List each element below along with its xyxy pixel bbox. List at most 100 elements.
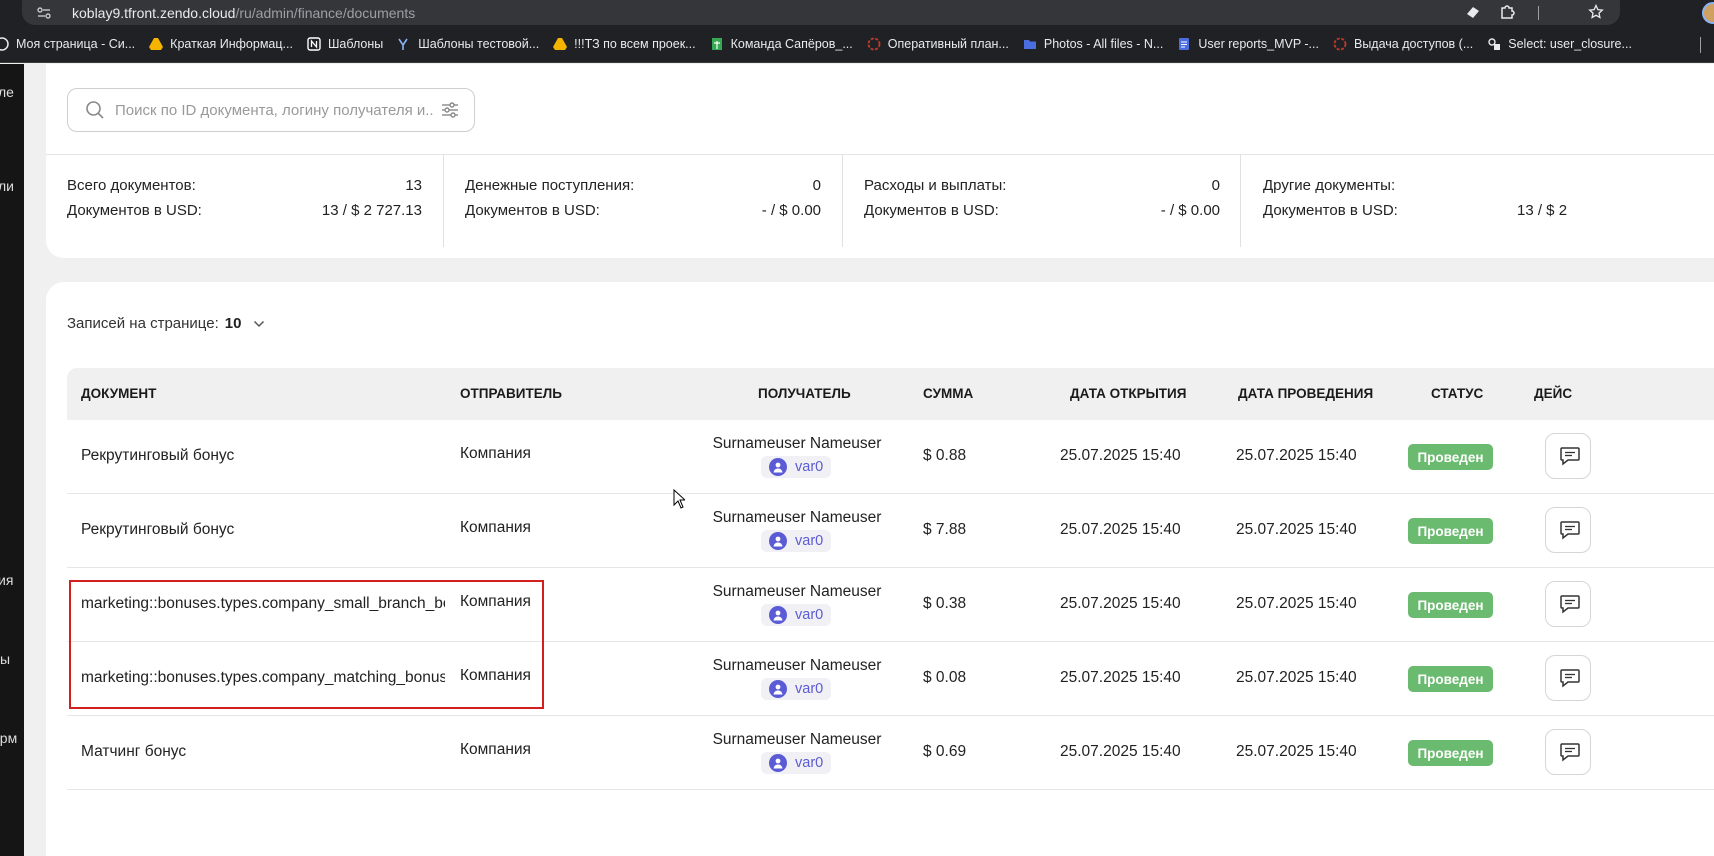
conducted-date: 25.07.2025 15:40 xyxy=(1236,669,1357,686)
bookmark-item[interactable]: Шаблоны тестовой... xyxy=(397,37,539,51)
document-name[interactable]: Рекрутинговый бонус xyxy=(81,521,445,539)
yandex-icon xyxy=(397,37,418,51)
comment-button[interactable] xyxy=(1545,507,1591,553)
bookmark-item[interactable]: User reports_MVP -... xyxy=(1177,37,1319,51)
table-header: ДОКУМЕНТ ОТПРАВИТЕЛЬ ПОЛУЧАТЕЛЬ СУММА ДА… xyxy=(67,368,1714,420)
bookmark-item[interactable]: Select: user_closure... xyxy=(1487,37,1632,51)
comment-icon xyxy=(1559,668,1581,688)
stat-label: Документов в USD: xyxy=(67,202,202,219)
rows-per-page: Записей на странице: 10 xyxy=(67,315,265,332)
bookmark-item[interactable]: Выдача доступов (... xyxy=(1333,37,1473,51)
extensions-puzzle-icon[interactable] xyxy=(1499,4,1515,25)
rows-per-page-select[interactable]: 10 xyxy=(225,315,242,332)
bookmark-item[interactable]: Шаблоны xyxy=(307,37,383,51)
opened-date: 25.07.2025 15:40 xyxy=(1060,669,1181,686)
address-bar[interactable]: koblay9.tfront.zendo.cloud/ru/admin/fina… xyxy=(22,0,1620,25)
comment-button[interactable] xyxy=(1545,729,1591,775)
conducted-date: 25.07.2025 15:40 xyxy=(1236,521,1357,538)
recipient-login-tag[interactable]: var0 xyxy=(761,456,832,478)
recipient-login: var0 xyxy=(795,607,824,623)
bookmark-label: Выдача доступов (... xyxy=(1353,37,1474,51)
url-text[interactable]: koblay9.tfront.zendo.cloud/ru/admin/fina… xyxy=(72,5,415,21)
table-row[interactable]: Рекрутинговый бонус Компания Surnameuser… xyxy=(67,420,1714,494)
column-header-opened[interactable]: ДАТА ОТКРЫТИЯ xyxy=(1070,386,1186,401)
status-badge: Проведен xyxy=(1408,444,1493,470)
bookmark-item[interactable]: Оперативный план... xyxy=(867,37,1009,51)
user-avatar-icon xyxy=(769,532,787,550)
search-input[interactable] xyxy=(115,101,435,119)
stat-label: Всего документов: xyxy=(67,177,196,194)
bookmark-label: Шаблоны xyxy=(327,37,384,51)
column-header-sender[interactable]: ОТПРАВИТЕЛЬ xyxy=(460,386,562,401)
table-row[interactable]: Матчинг бонус Компания Surnameuser Nameu… xyxy=(67,716,1714,790)
bookmark-label: User reports_MVP -... xyxy=(1198,37,1319,51)
extension-icon[interactable] xyxy=(1465,4,1481,25)
profile-avatar[interactable] xyxy=(1702,2,1714,24)
bookmark-item[interactable]: !!!ТЗ по всем проек... xyxy=(553,37,696,51)
sidebar-item-label[interactable]: ле xyxy=(0,84,14,100)
stat-label: Расходы и выплаты: xyxy=(864,177,1007,194)
table-row[interactable]: Рекрутинговый бонус Компания Surnameuser… xyxy=(67,494,1714,568)
stat-expenses: Расходы и выплаты: 0 Документов в USD: -… xyxy=(843,155,1242,259)
comment-icon xyxy=(1559,742,1581,762)
bookmark-star-icon[interactable] xyxy=(1588,3,1604,25)
search-field[interactable] xyxy=(67,88,475,132)
comment-button[interactable] xyxy=(1545,581,1591,627)
sidebar-item-label[interactable]: ы xyxy=(0,651,10,667)
stat-value: 13 / $ 2 727.13 xyxy=(321,202,422,219)
recipient-name: Surnameuser Nameuser xyxy=(712,583,882,600)
recipient-name: Surnameuser Nameuser xyxy=(712,731,882,748)
comment-button[interactable] xyxy=(1545,655,1591,701)
status-badge: Проведен xyxy=(1408,518,1493,544)
sender-name: Компания xyxy=(460,741,531,758)
comment-icon xyxy=(1559,520,1581,540)
document-stats: Всего документов: 13 Документов в USD: 1… xyxy=(46,154,1714,258)
chevron-down-icon[interactable] xyxy=(253,320,265,328)
status-badge: Проведен xyxy=(1408,592,1493,618)
bookmark-item[interactable]: Photos - All files - N... xyxy=(1023,37,1163,51)
comment-button[interactable] xyxy=(1545,433,1591,479)
stat-income: Денежные поступления: 0 Документов в USD… xyxy=(444,155,843,259)
sender-name: Компания xyxy=(460,445,531,462)
url-path: /ru/admin/finance/documents xyxy=(235,4,416,21)
amount: $ 0.38 xyxy=(923,595,967,612)
circle-icon xyxy=(1333,37,1354,51)
sidebar-item-label[interactable]: ли xyxy=(0,178,14,194)
column-header-conducted[interactable]: ДАТА ПРОВЕДЕНИЯ xyxy=(1238,386,1373,401)
document-name[interactable]: Матчинг бонус xyxy=(81,743,445,761)
bookmarks-bar: Моя страница - Си... Краткая Информац... Ш… xyxy=(0,26,1714,63)
status-badge: Проведен xyxy=(1408,740,1493,766)
column-header-amount[interactable]: СУММА xyxy=(923,386,973,401)
column-header-document[interactable]: ДОКУМЕНТ xyxy=(81,386,156,401)
mouse-cursor-icon xyxy=(673,488,687,514)
column-header-recipient[interactable]: ПОЛУЧАТЕЛЬ xyxy=(758,386,851,401)
sidebar-item-label[interactable]: орм xyxy=(0,730,17,746)
recipient-login-tag[interactable]: var0 xyxy=(761,604,832,626)
folder-icon xyxy=(1023,37,1044,51)
google-drive-icon xyxy=(149,37,170,51)
site-settings-icon[interactable] xyxy=(36,5,52,21)
recipient-login-tag[interactable]: var0 xyxy=(761,530,832,552)
notion-icon xyxy=(307,37,328,51)
bookmark-item[interactable]: Команда Сапёров_... xyxy=(710,37,853,51)
column-header-status[interactable]: СТАТУС xyxy=(1431,386,1483,401)
stat-label: Документов в USD: xyxy=(465,202,600,219)
comment-icon xyxy=(1559,446,1581,466)
user-avatar-icon xyxy=(769,754,787,772)
recipient-login-tag[interactable]: var0 xyxy=(761,752,832,774)
amount: $ 0.08 xyxy=(923,669,967,686)
stat-other: Другие документы: Документов в USD: 13 /… xyxy=(1242,155,1714,259)
bookmark-item[interactable]: Моя страница - Си... xyxy=(0,37,135,51)
stat-value: 13 xyxy=(405,177,422,194)
sidebar-item-label[interactable]: ия xyxy=(0,572,13,588)
recipient-login-tag[interactable]: var0 xyxy=(761,678,832,700)
user-avatar-icon xyxy=(769,606,787,624)
filter-settings-icon[interactable] xyxy=(441,102,459,118)
recipient-login: var0 xyxy=(795,755,824,771)
stat-value: - / $ 0.00 xyxy=(1160,202,1220,219)
amount: $ 7.88 xyxy=(923,521,967,538)
bookmark-item[interactable]: Краткая Информац... xyxy=(149,37,293,51)
bookmark-label: Команда Сапёров_... xyxy=(730,37,853,51)
document-name[interactable]: Рекрутинговый бонус xyxy=(81,447,445,465)
opened-date: 25.07.2025 15:40 xyxy=(1060,521,1181,538)
